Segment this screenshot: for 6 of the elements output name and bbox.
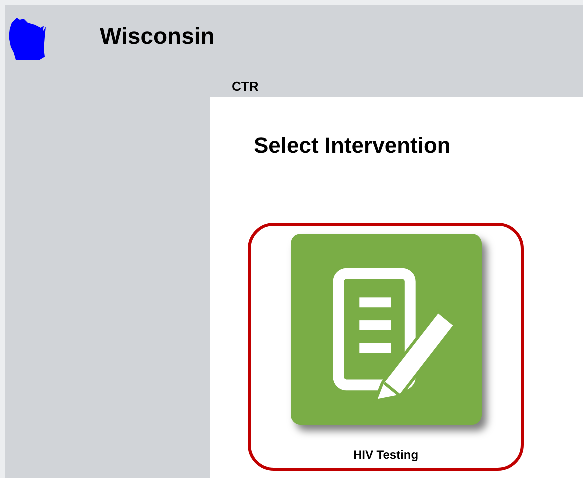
module-label: CTR bbox=[232, 79, 259, 94]
form-pencil-icon bbox=[290, 234, 482, 425]
app-title: Wisconsin bbox=[100, 23, 215, 50]
state-map-icon bbox=[8, 15, 48, 61]
intervention-tile[interactable]: HIV Testing bbox=[248, 223, 524, 471]
page-heading: Select Intervention bbox=[254, 133, 452, 159]
